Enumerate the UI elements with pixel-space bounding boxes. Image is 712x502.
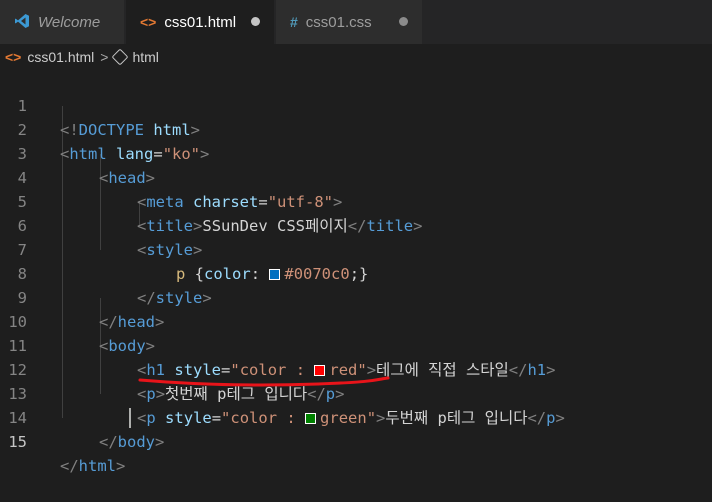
- breadcrumb: <> css01.html > html: [0, 44, 712, 70]
- code-line: 1 <!DOCTYPE html>: [0, 70, 712, 139]
- tab-label: Welcome: [38, 13, 101, 31]
- annotation-underline: [138, 376, 390, 387]
- code-line: 12 <p>첫번째 p테그 입니다</p>: [0, 334, 712, 403]
- symbol-cube-icon: [111, 48, 129, 66]
- breadcrumb-separator: >: [100, 49, 109, 65]
- code-line: 15 </html>: [0, 406, 712, 475]
- tab-css01-html[interactable]: <> css01.html: [126, 0, 274, 44]
- breadcrumb-symbol[interactable]: html: [132, 49, 158, 65]
- css-icon: #: [290, 14, 298, 30]
- tab-welcome[interactable]: Welcome: [0, 0, 124, 44]
- tab-label: css01.css: [305, 13, 372, 31]
- code-line: 9 </head>: [0, 262, 712, 331]
- tab-label: css01.html: [164, 13, 237, 31]
- html-icon: <>: [5, 49, 22, 65]
- html-icon: <>: [140, 14, 157, 30]
- modified-dot-icon[interactable]: [399, 17, 408, 26]
- code-line: 5 <title>SSunDev CSS페이지</title>: [0, 166, 712, 235]
- tab-css01-css[interactable]: # css01.css: [276, 0, 422, 44]
- code-line: 10 <body>: [0, 286, 712, 355]
- modified-dot-icon[interactable]: [251, 17, 260, 26]
- code-line: 8 </style>: [0, 238, 712, 307]
- code-editor[interactable]: 1 <!DOCTYPE html> 2 <html lang="ko"> 3 <…: [0, 70, 712, 485]
- code-line: 11 <h1 style="color : red">테그에 직접 스타일</h…: [0, 310, 712, 379]
- vscode-icon: [14, 13, 30, 32]
- line-number: 15: [8, 433, 27, 451]
- code-line: 2 <html lang="ko">: [0, 94, 712, 163]
- code-line: 3 <head>: [0, 118, 712, 187]
- text-cursor: [129, 408, 131, 428]
- breadcrumb-file[interactable]: css01.html: [27, 49, 94, 65]
- tab-bar: Welcome <> css01.html # css01.css: [0, 0, 712, 44]
- code-line: 4 <meta charset="utf-8">: [0, 142, 712, 211]
- code-line: 7 p {color: #0070c0;}: [0, 214, 712, 283]
- code-line: 6 <style>: [0, 190, 712, 259]
